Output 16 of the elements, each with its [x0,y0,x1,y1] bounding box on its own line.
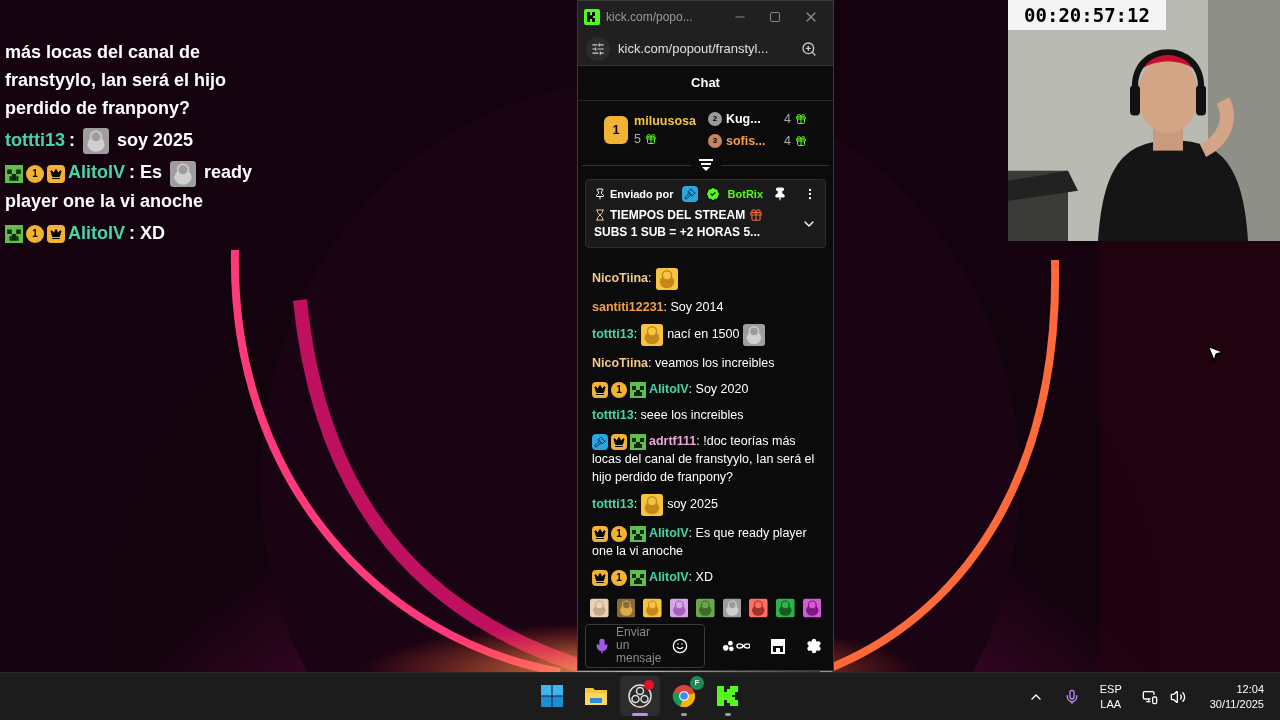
language-indicator[interactable]: ESP [1099,681,1122,697]
clock-date[interactable]: 30/11/2025 [1209,696,1264,712]
keyboard-layout[interactable]: LAA [1100,696,1122,712]
running-indicator [681,713,687,716]
obs-icon [628,684,652,708]
windows-start-icon [540,684,564,708]
taskbar-app-button[interactable] [620,676,660,716]
network-icon[interactable] [1141,688,1158,705]
volume-icon[interactable] [1169,688,1186,705]
running-indicator [632,713,648,716]
taskbar-app-button[interactable]: F [664,676,704,716]
profile-avatar: F [690,676,704,690]
chrome-icon [672,684,696,708]
clock-time[interactable]: 12:04 [1236,681,1264,697]
running-indicator [725,713,731,716]
kick-logo-icon [716,684,740,708]
